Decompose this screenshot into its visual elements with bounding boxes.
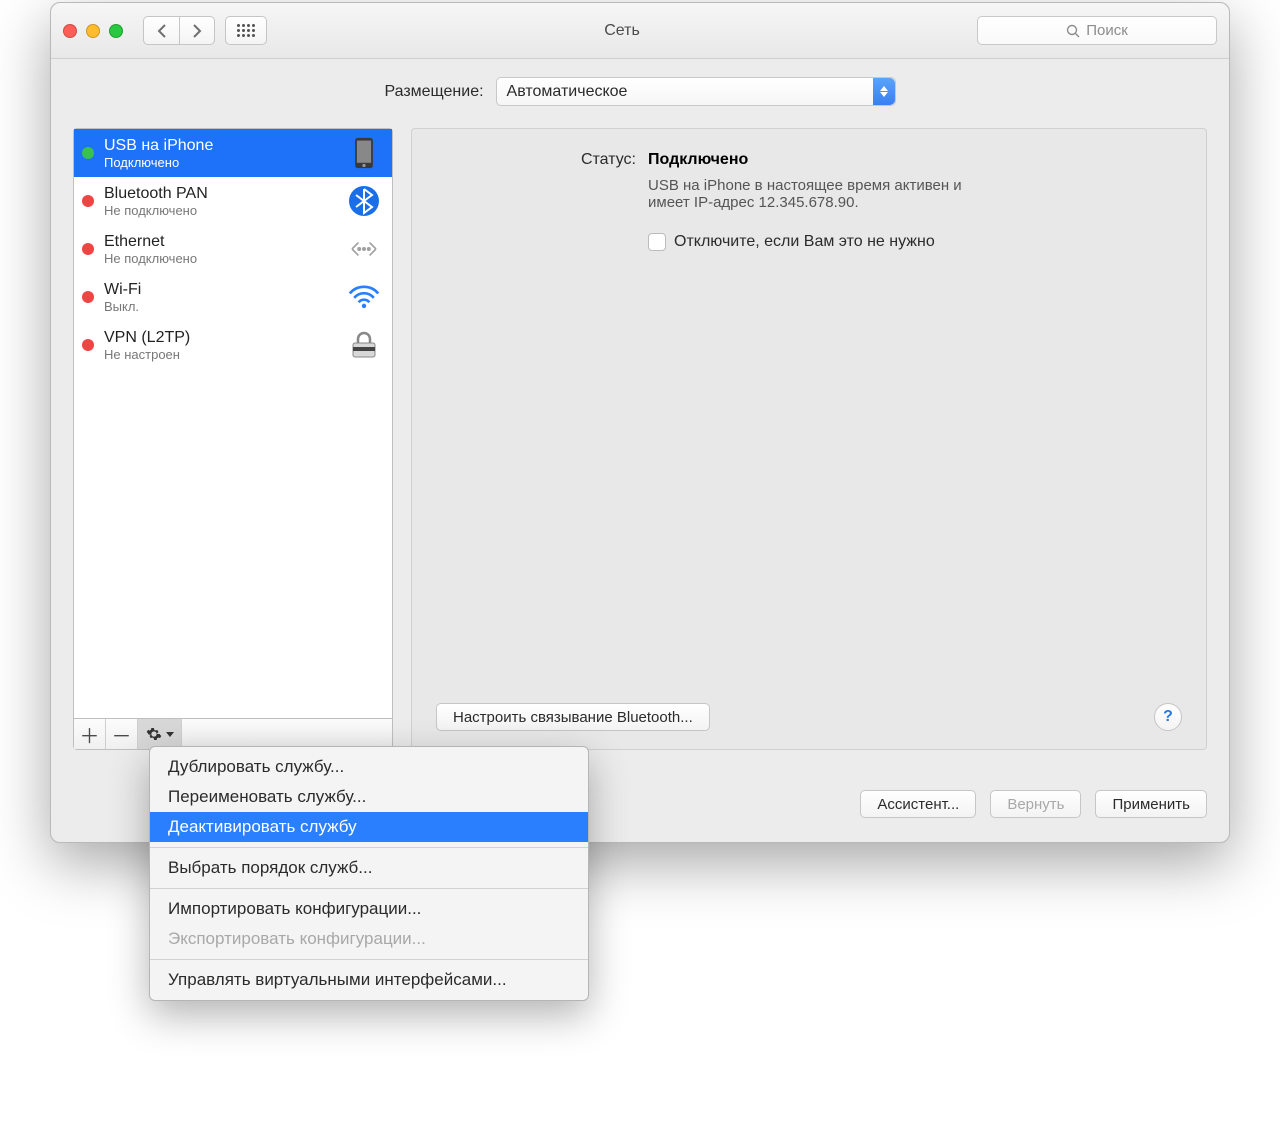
- status-label: Статус:: [556, 151, 636, 169]
- help-button[interactable]: ?: [1154, 703, 1182, 731]
- content-area: Размещение: Автоматическое USB на iPhone…: [51, 59, 1229, 772]
- sidebar-footer: ＋ －: [74, 719, 392, 749]
- status-dot: [82, 195, 94, 207]
- traffic-lights: [63, 24, 123, 38]
- service-status-text: Подключено: [104, 155, 336, 170]
- service-status-text: Выкл.: [104, 299, 336, 314]
- gear-icon: [146, 726, 162, 742]
- status-value: Подключено: [648, 151, 748, 169]
- location-label: Размещение:: [384, 83, 483, 101]
- location-value: Автоматическое: [507, 83, 628, 101]
- close-window-button[interactable]: [63, 24, 77, 38]
- service-item[interactable]: Wi-FiВыкл.: [74, 273, 392, 321]
- grid-icon: [237, 24, 255, 37]
- menu-item[interactable]: Переименовать службу...: [150, 782, 588, 812]
- service-item[interactable]: VPN (L2TP)Не настроен: [74, 321, 392, 369]
- wifi-icon: [346, 279, 382, 315]
- forward-button[interactable]: [179, 16, 215, 45]
- add-service-button[interactable]: ＋: [74, 719, 106, 749]
- menu-separator: [150, 847, 588, 848]
- location-row: Размещение: Автоматическое: [73, 77, 1207, 106]
- ethernet-icon: [346, 231, 382, 267]
- status-dot: [82, 243, 94, 255]
- configure-bluetooth-button[interactable]: Настроить связывание Bluetooth...: [436, 703, 710, 731]
- service-status-text: Не настроен: [104, 347, 336, 362]
- service-status-text: Не подключено: [104, 203, 336, 218]
- gear-context-menu: Дублировать службу...Переименовать служб…: [149, 746, 589, 1001]
- search-field[interactable]: Поиск: [977, 16, 1217, 45]
- remove-service-button[interactable]: －: [106, 719, 138, 749]
- menu-item[interactable]: Управлять виртуальными интерфейсами...: [150, 965, 588, 995]
- detail-panel: Статус: Подключено USB на iPhone в насто…: [411, 128, 1207, 750]
- chevron-down-icon: [166, 732, 174, 737]
- service-name: Bluetooth PAN: [104, 185, 336, 203]
- menu-item[interactable]: Выбрать порядок служб...: [150, 853, 588, 883]
- revert-button[interactable]: Вернуть: [990, 790, 1081, 818]
- services-sidebar: USB на iPhoneПодключеноBluetooth PANНе п…: [73, 128, 393, 750]
- nav-back-forward: [143, 16, 215, 45]
- services-list[interactable]: USB на iPhoneПодключеноBluetooth PANНе п…: [74, 129, 392, 719]
- chevron-left-icon: [157, 24, 167, 38]
- service-name: USB на iPhone: [104, 137, 336, 155]
- gear-menu-button[interactable]: [138, 719, 182, 749]
- menu-item[interactable]: Деактивировать службу: [150, 812, 588, 842]
- network-prefs-window: Сеть Поиск Размещение: Автоматическое US…: [50, 2, 1230, 843]
- search-placeholder: Поиск: [1086, 22, 1128, 39]
- menu-item: Экспортировать конфигурации...: [150, 924, 588, 954]
- status-description: USB на iPhone в настоящее время активен …: [436, 177, 976, 211]
- assistant-button[interactable]: Ассистент...: [860, 790, 976, 818]
- status-dot: [82, 147, 94, 159]
- chevron-right-icon: [192, 24, 202, 38]
- back-button[interactable]: [143, 16, 179, 45]
- service-name: Ethernet: [104, 233, 336, 251]
- maximize-window-button[interactable]: [109, 24, 123, 38]
- all-prefs-button[interactable]: [225, 16, 267, 45]
- status-dot: [82, 339, 94, 351]
- window-title: Сеть: [277, 22, 967, 40]
- search-icon: [1066, 24, 1080, 38]
- location-popup[interactable]: Автоматическое: [496, 77, 896, 106]
- service-item[interactable]: USB на iPhoneПодключено: [74, 129, 392, 177]
- menu-item[interactable]: Импортировать конфигурации...: [150, 894, 588, 924]
- service-status-text: Не подключено: [104, 251, 336, 266]
- vpn-icon: [346, 327, 382, 363]
- minimize-window-button[interactable]: [86, 24, 100, 38]
- titlebar: Сеть Поиск: [51, 3, 1229, 59]
- menu-item[interactable]: Дублировать службу...: [150, 752, 588, 782]
- bluetooth-icon: [346, 183, 382, 219]
- service-name: VPN (L2TP): [104, 329, 336, 347]
- disable-checkbox-label: Отключите, если Вам это не нужно: [674, 233, 935, 251]
- apply-button[interactable]: Применить: [1095, 790, 1207, 818]
- service-name: Wi-Fi: [104, 281, 336, 299]
- service-item[interactable]: EthernetНе подключено: [74, 225, 392, 273]
- disable-checkbox-row: Отключите, если Вам это не нужно: [436, 233, 1182, 251]
- menu-separator: [150, 959, 588, 960]
- status-dot: [82, 291, 94, 303]
- service-item[interactable]: Bluetooth PANНе подключено: [74, 177, 392, 225]
- menu-separator: [150, 888, 588, 889]
- iphone-icon: [346, 135, 382, 171]
- disable-checkbox[interactable]: [648, 233, 666, 251]
- popup-stepper-icon: [873, 78, 895, 105]
